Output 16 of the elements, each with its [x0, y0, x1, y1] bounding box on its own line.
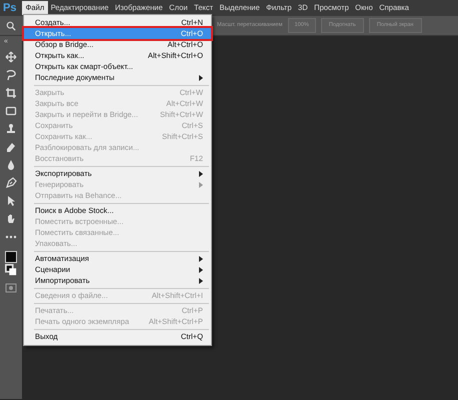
arrow-tool-icon[interactable]: [5, 195, 17, 207]
lasso-tool-icon[interactable]: [5, 69, 17, 81]
drop-tool-icon[interactable]: [5, 159, 17, 171]
pen-tool-icon[interactable]: [5, 177, 17, 189]
crop-tool-icon[interactable]: [5, 87, 17, 99]
submenu-arrow-icon: [199, 74, 203, 80]
app-logo: Ps: [2, 0, 18, 16]
zoom-tool-icon[interactable]: [6, 20, 16, 30]
quick-mask-icon[interactable]: [5, 282, 17, 294]
hand-tool-icon[interactable]: [5, 213, 17, 225]
eraser-tool-icon[interactable]: [5, 141, 17, 153]
swap-colors-icon[interactable]: [5, 264, 17, 276]
frame-tool-icon[interactable]: [5, 105, 17, 117]
stamp-tool-icon[interactable]: [5, 123, 17, 135]
move-tool-icon[interactable]: [5, 51, 17, 63]
foreground-color-swatch[interactable]: [5, 251, 17, 263]
